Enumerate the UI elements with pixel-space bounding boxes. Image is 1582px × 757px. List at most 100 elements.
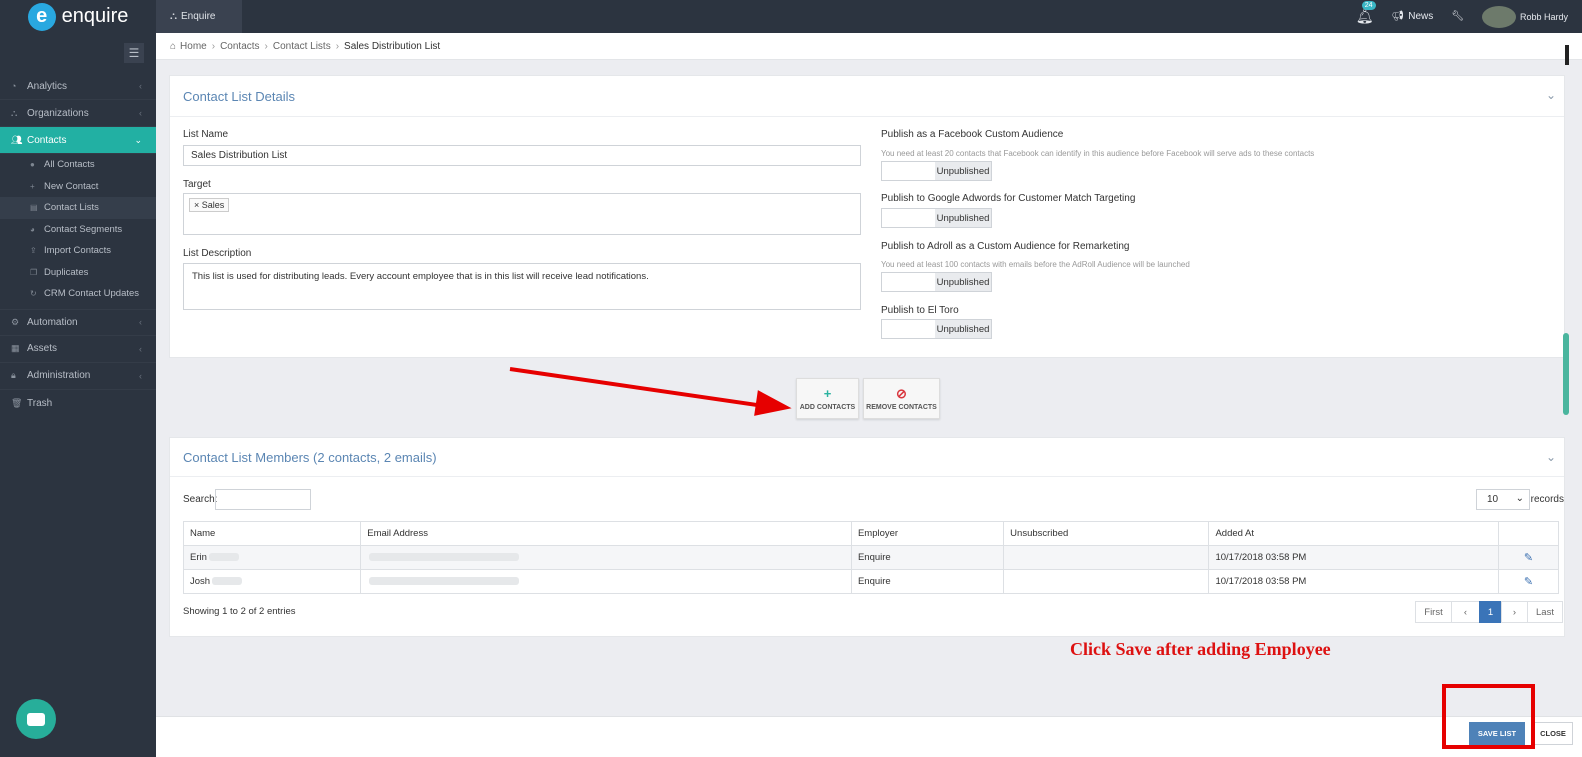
chevron-down-icon[interactable]: ⌄ [1546, 88, 1556, 102]
chevron-left-icon: ‹ [139, 370, 142, 381]
sidebar-subitem-contact-lists[interactable]: ▤ Contact Lists [0, 197, 156, 219]
megaphone-icon: 📢︎ [1391, 11, 1405, 22]
chevron-down-icon[interactable]: ⌄ [1546, 450, 1556, 464]
sidebar-item-assets[interactable]: ▦ Assets ‹ [0, 336, 156, 363]
sidebar-subitem-crm-updates[interactable]: ↻ CRM Contact Updates [0, 283, 156, 305]
annotation-text: Click Save after adding Employee [1070, 639, 1331, 659]
panel-divider [170, 476, 1564, 477]
breadcrumb-separator: › [211, 40, 216, 52]
sidebar-item-label: Assets [27, 343, 58, 354]
column-header-name[interactable]: Name [182, 521, 362, 546]
column-header-employer[interactable]: Employer [850, 521, 1005, 546]
notifications-button[interactable]: 🔔︎ 24 [1355, 1, 1376, 25]
table-row[interactable]: Erin Enquire 10/17/2018 03:58 PM ✎ [182, 545, 1560, 570]
google-label: Publish to Google Adwords for Customer M… [881, 193, 1136, 204]
table-row[interactable]: Josh Enquire 10/17/2018 03:58 PM ✎ [182, 569, 1560, 594]
target-tag-label: Sales [201, 200, 225, 210]
search-input[interactable] [215, 489, 311, 510]
hamburger-icon: ☰ [128, 46, 140, 60]
sidebar-subitem-all-contacts[interactable]: ● All Contacts [0, 154, 156, 176]
add-contacts-label: ADD CONTACTS [799, 403, 856, 411]
wrench-icon[interactable]: 🔧︎ [1451, 11, 1464, 22]
facebook-publish-toggle[interactable]: Unpublished [881, 161, 992, 181]
contact-list-members-panel: Contact List Members (2 contacts, 2 emai… [169, 437, 1565, 637]
column-header-added-at[interactable]: Added At [1208, 521, 1499, 546]
target-tag[interactable]: × Sales [189, 198, 230, 212]
news-button[interactable]: 📢︎ News [1392, 11, 1434, 22]
edit-pencil-icon[interactable]: ✎ [1524, 576, 1533, 588]
analytics-icon: ◔ [11, 81, 17, 91]
tab-enquire[interactable]: ⛬ Enquire [156, 0, 242, 33]
scroll-indicator[interactable] [1563, 333, 1569, 415]
sidebar: ☰ ◔ Analytics ‹ ⛬ Organizations ‹ 👥︎ Con… [0, 33, 156, 757]
facebook-label: Publish as a Facebook Custom Audience [881, 129, 1064, 140]
pager-page-1[interactable]: 1 [1479, 601, 1502, 623]
sidebar-item-label: Administration [27, 370, 91, 381]
add-contacts-button[interactable]: + ADD CONTACTS [796, 378, 859, 419]
chat-button[interactable] [16, 699, 56, 739]
remove-tag-icon[interactable]: × [194, 200, 199, 210]
list-icon: ▤ [30, 203, 38, 213]
chevron-down-icon: ⌄ [134, 134, 142, 145]
breadcrumb-home[interactable]: Home [180, 41, 207, 52]
org-icon: ⛬ [11, 107, 18, 118]
list-description-textarea[interactable]: This list is used for distributing leads… [183, 263, 861, 310]
list-name-input[interactable]: Sales Distribution List [183, 145, 861, 166]
edge-marker [1565, 45, 1569, 65]
sidebar-subitem-new-contact[interactable]: + New Contact [0, 176, 156, 198]
sidebar-item-label: Trash [27, 397, 53, 409]
brand-logo[interactable]: e enquire [0, 0, 156, 33]
sidebar-nav: ◔ Analytics ‹ ⛬ Organizations ‹ 👥︎ Conta… [0, 73, 156, 417]
name-text: Erin [190, 552, 207, 563]
home-icon: ⌂ [170, 40, 177, 52]
breadcrumb-contact-lists[interactable]: Contact Lists [273, 41, 331, 52]
chevron-left-icon: ‹ [139, 81, 142, 91]
plus-icon: + [30, 181, 35, 191]
user-menu[interactable]: Robb Hardy [1481, 5, 1568, 28]
target-select[interactable]: × Sales [183, 193, 861, 235]
sidebar-subitem-duplicates[interactable]: ❐ Duplicates [0, 262, 156, 284]
annotation-highlight-box [1442, 684, 1535, 749]
gears-icon: ⚙ [11, 316, 20, 327]
copy-icon: ❐ [30, 267, 38, 277]
ban-icon: ⊘ [896, 385, 907, 401]
page-length-select[interactable]: 10 ⌄ [1476, 489, 1530, 510]
edit-pencil-icon[interactable]: ✎ [1524, 552, 1533, 564]
column-header-email[interactable]: Email Address [360, 521, 852, 546]
users-icon: ● [30, 160, 35, 170]
sidebar-subitem-contact-segments[interactable]: ◕ Contact Segments [0, 219, 156, 241]
sidebar-subitem-import-contacts[interactable]: ⇪ Import Contacts [0, 240, 156, 262]
close-button[interactable]: CLOSE [1533, 722, 1573, 745]
page-length-value: 10 [1487, 494, 1499, 505]
sidebar-item-analytics[interactable]: ◔ Analytics ‹ [0, 73, 156, 100]
bell-icon: 🔔︎ [1355, 8, 1374, 24]
pager-last[interactable]: Last [1527, 601, 1563, 623]
adroll-publish-toggle[interactable]: Unpublished [881, 272, 992, 292]
pager-first[interactable]: First [1415, 601, 1452, 623]
grid-icon: ▦ [11, 343, 20, 353]
eltoro-publish-toggle[interactable]: Unpublished [881, 319, 992, 339]
pager-next[interactable]: › [1501, 601, 1528, 623]
sidebar-item-contacts[interactable]: 👥︎ Contacts ⌄ [0, 127, 156, 154]
sidebar-toggle-button[interactable]: ☰ [124, 43, 144, 63]
breadcrumb-contacts[interactable]: Contacts [220, 41, 259, 52]
remove-contacts-button[interactable]: ⊘ REMOVE CONTACTS [863, 378, 940, 419]
sidebar-item-trash[interactable]: 🗑︎ Trash [0, 390, 156, 417]
sidebar-subitem-label: Duplicates [44, 266, 89, 278]
sidebar-item-administration[interactable]: 🔒︎ Administration ‹ [0, 363, 156, 390]
google-publish-toggle[interactable]: Unpublished [881, 208, 992, 228]
table-info: Showing 1 to 2 of 2 entries [183, 606, 296, 617]
sitemap-icon: ⛬ [170, 11, 177, 22]
sidebar-item-organizations[interactable]: ⛬ Organizations ‹ [0, 100, 156, 127]
sidebar-item-automation[interactable]: ⚙ Automation ‹ [0, 308, 156, 336]
cell-unsubscribed [1003, 545, 1210, 570]
column-header-unsubscribed[interactable]: Unsubscribed [1003, 521, 1210, 546]
lock-icon: 🔒︎ [11, 370, 16, 380]
chevron-left-icon: ‹ [139, 317, 142, 327]
chat-icon [27, 712, 45, 726]
pie-icon: ◕ [30, 224, 35, 234]
panel-title: Contact List Members (2 contacts, 2 emai… [183, 450, 437, 465]
pager-prev[interactable]: ‹ [1451, 601, 1480, 623]
cell-added-at: 10/17/2018 03:58 PM [1208, 545, 1499, 570]
cell-actions: ✎ [1497, 545, 1560, 570]
